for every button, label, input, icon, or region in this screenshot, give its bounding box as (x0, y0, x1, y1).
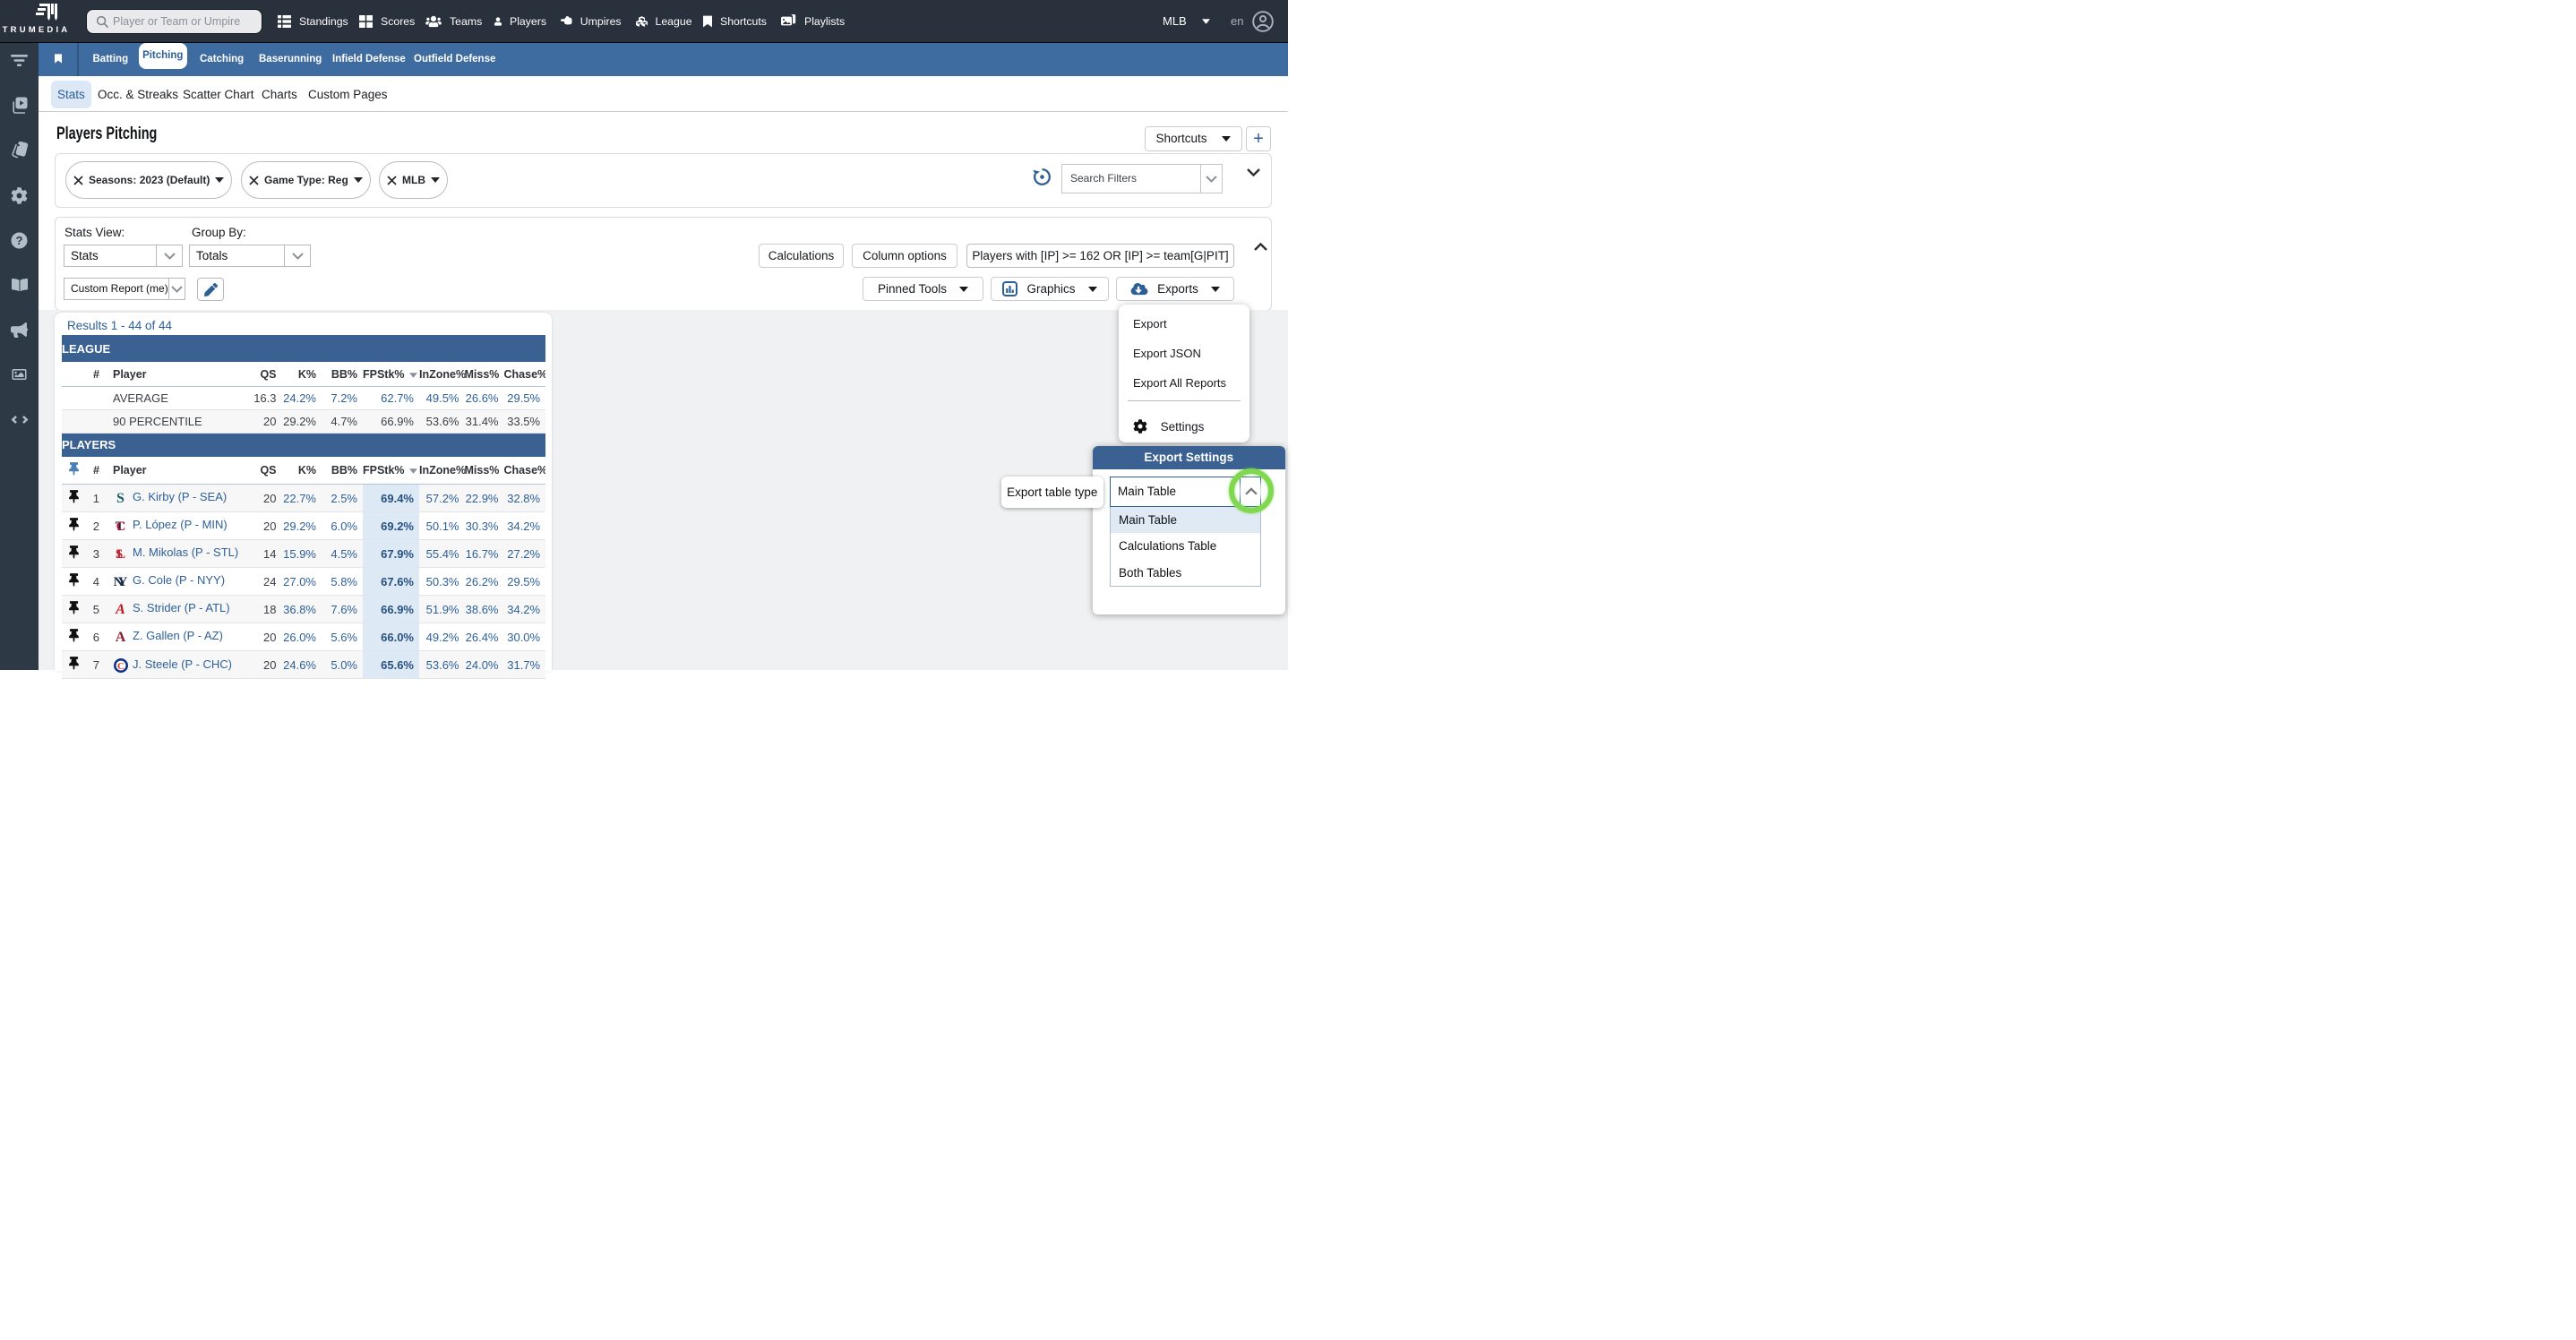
svg-text:?: ? (16, 234, 23, 247)
svg-text:C: C (117, 661, 125, 672)
